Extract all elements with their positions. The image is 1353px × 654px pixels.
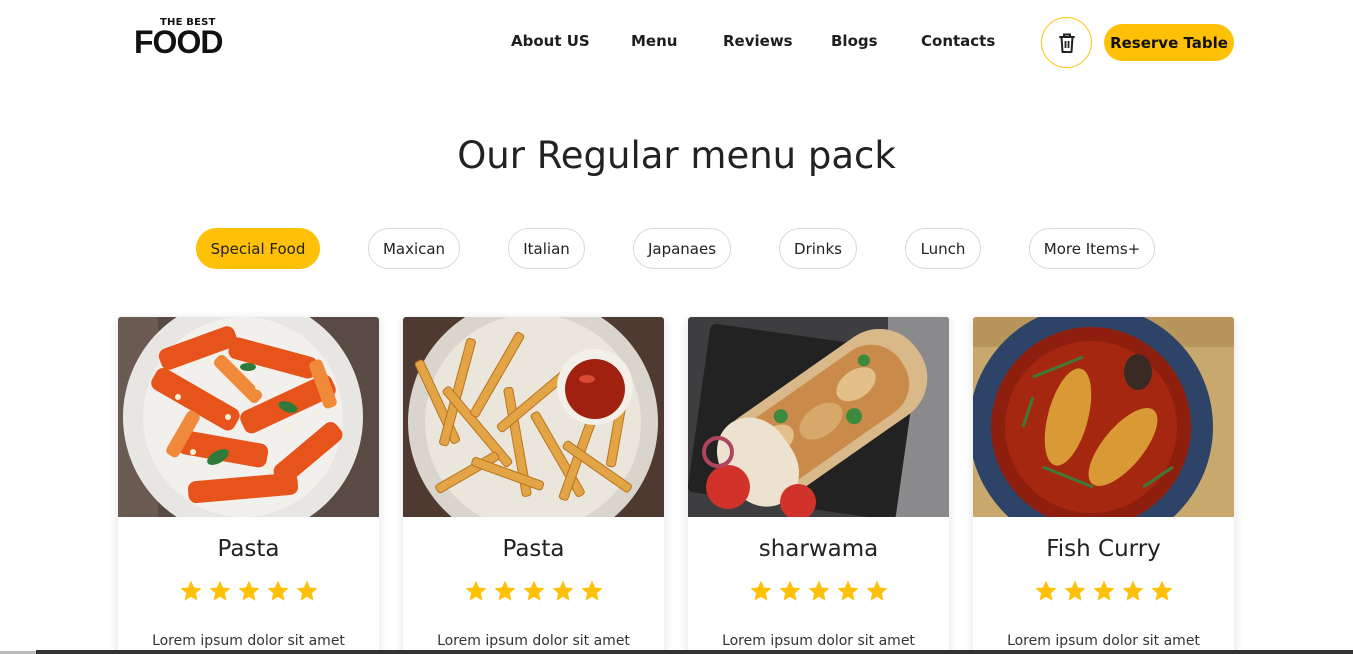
- reserve-table-button[interactable]: Reserve Table: [1104, 24, 1234, 61]
- star-icon: [1151, 580, 1172, 601]
- star-rating: [118, 579, 379, 603]
- star-icon: [494, 580, 515, 601]
- star-icon: [808, 580, 829, 601]
- filter-special-food[interactable]: Special Food: [196, 228, 320, 269]
- filter-lunch[interactable]: Lunch: [905, 228, 981, 269]
- filter-japanaes[interactable]: Japanaes: [633, 228, 731, 269]
- fish-curry-image: [973, 317, 1234, 517]
- star-rating: [688, 579, 949, 603]
- card-description: Lorem ipsum dolor sit amet: [1007, 633, 1200, 649]
- star-icon: [581, 580, 602, 601]
- card-description: Lorem ipsum dolor sit amet: [722, 633, 915, 649]
- star-icon: [1035, 580, 1056, 601]
- site-header: THE BEST FOOD About US Menu Reviews Blog…: [0, 0, 1353, 86]
- star-icon: [1064, 580, 1085, 601]
- card-description: Lorem ipsum dolor sit amet: [152, 633, 345, 649]
- star-rating: [973, 579, 1234, 603]
- star-icon: [465, 580, 486, 601]
- card-title: Pasta: [217, 536, 280, 562]
- star-icon: [552, 580, 573, 601]
- nav-contacts[interactable]: Contacts: [921, 32, 995, 50]
- star-icon: [1093, 580, 1114, 601]
- pasta-image: [118, 317, 379, 517]
- trash-button[interactable]: [1041, 17, 1092, 68]
- star-icon: [750, 580, 771, 601]
- fries-image: [403, 317, 664, 517]
- scrollbar-thumb[interactable]: [36, 650, 1353, 654]
- menu-card[interactable]: sharwama Lorem ipsum dolor sit amet: [688, 317, 949, 654]
- star-icon: [837, 580, 858, 601]
- nav-menu[interactable]: Menu: [631, 32, 677, 50]
- star-icon: [523, 580, 544, 601]
- brand-logo[interactable]: THE BEST FOOD: [134, 16, 238, 68]
- filter-italian[interactable]: Italian: [508, 228, 585, 269]
- menu-card[interactable]: Pasta Lorem ipsum dolor sit amet: [118, 317, 379, 654]
- star-icon: [1122, 580, 1143, 601]
- logo-wordmark: FOOD: [134, 24, 223, 60]
- menu-card[interactable]: Fish Curry Lorem ipsum dolor sit amet: [973, 317, 1234, 654]
- card-title: sharwama: [758, 536, 879, 562]
- card-title: Fish Curry: [1046, 536, 1161, 562]
- menu-card[interactable]: Pasta Lorem ipsum dolor sit amet: [403, 317, 664, 654]
- nav-reviews[interactable]: Reviews: [723, 32, 793, 50]
- star-icon: [296, 580, 317, 601]
- star-icon: [779, 580, 800, 601]
- star-icon: [209, 580, 230, 601]
- filter-drinks[interactable]: Drinks: [779, 228, 857, 269]
- star-icon: [238, 580, 259, 601]
- card-description: Lorem ipsum dolor sit amet: [437, 633, 630, 649]
- star-rating: [403, 579, 664, 603]
- card-title: Pasta: [502, 536, 565, 562]
- star-icon: [267, 580, 288, 601]
- section-title: Our Regular menu pack: [457, 134, 896, 177]
- shawarma-image: [688, 317, 949, 517]
- filter-more-items[interactable]: More Items+: [1029, 228, 1155, 269]
- star-icon: [180, 580, 201, 601]
- filter-maxican[interactable]: Maxican: [368, 228, 460, 269]
- nav-about-us[interactable]: About US: [511, 32, 590, 50]
- nav-blogs[interactable]: Blogs: [831, 32, 878, 50]
- trash-icon: [1058, 33, 1075, 53]
- star-icon: [866, 580, 887, 601]
